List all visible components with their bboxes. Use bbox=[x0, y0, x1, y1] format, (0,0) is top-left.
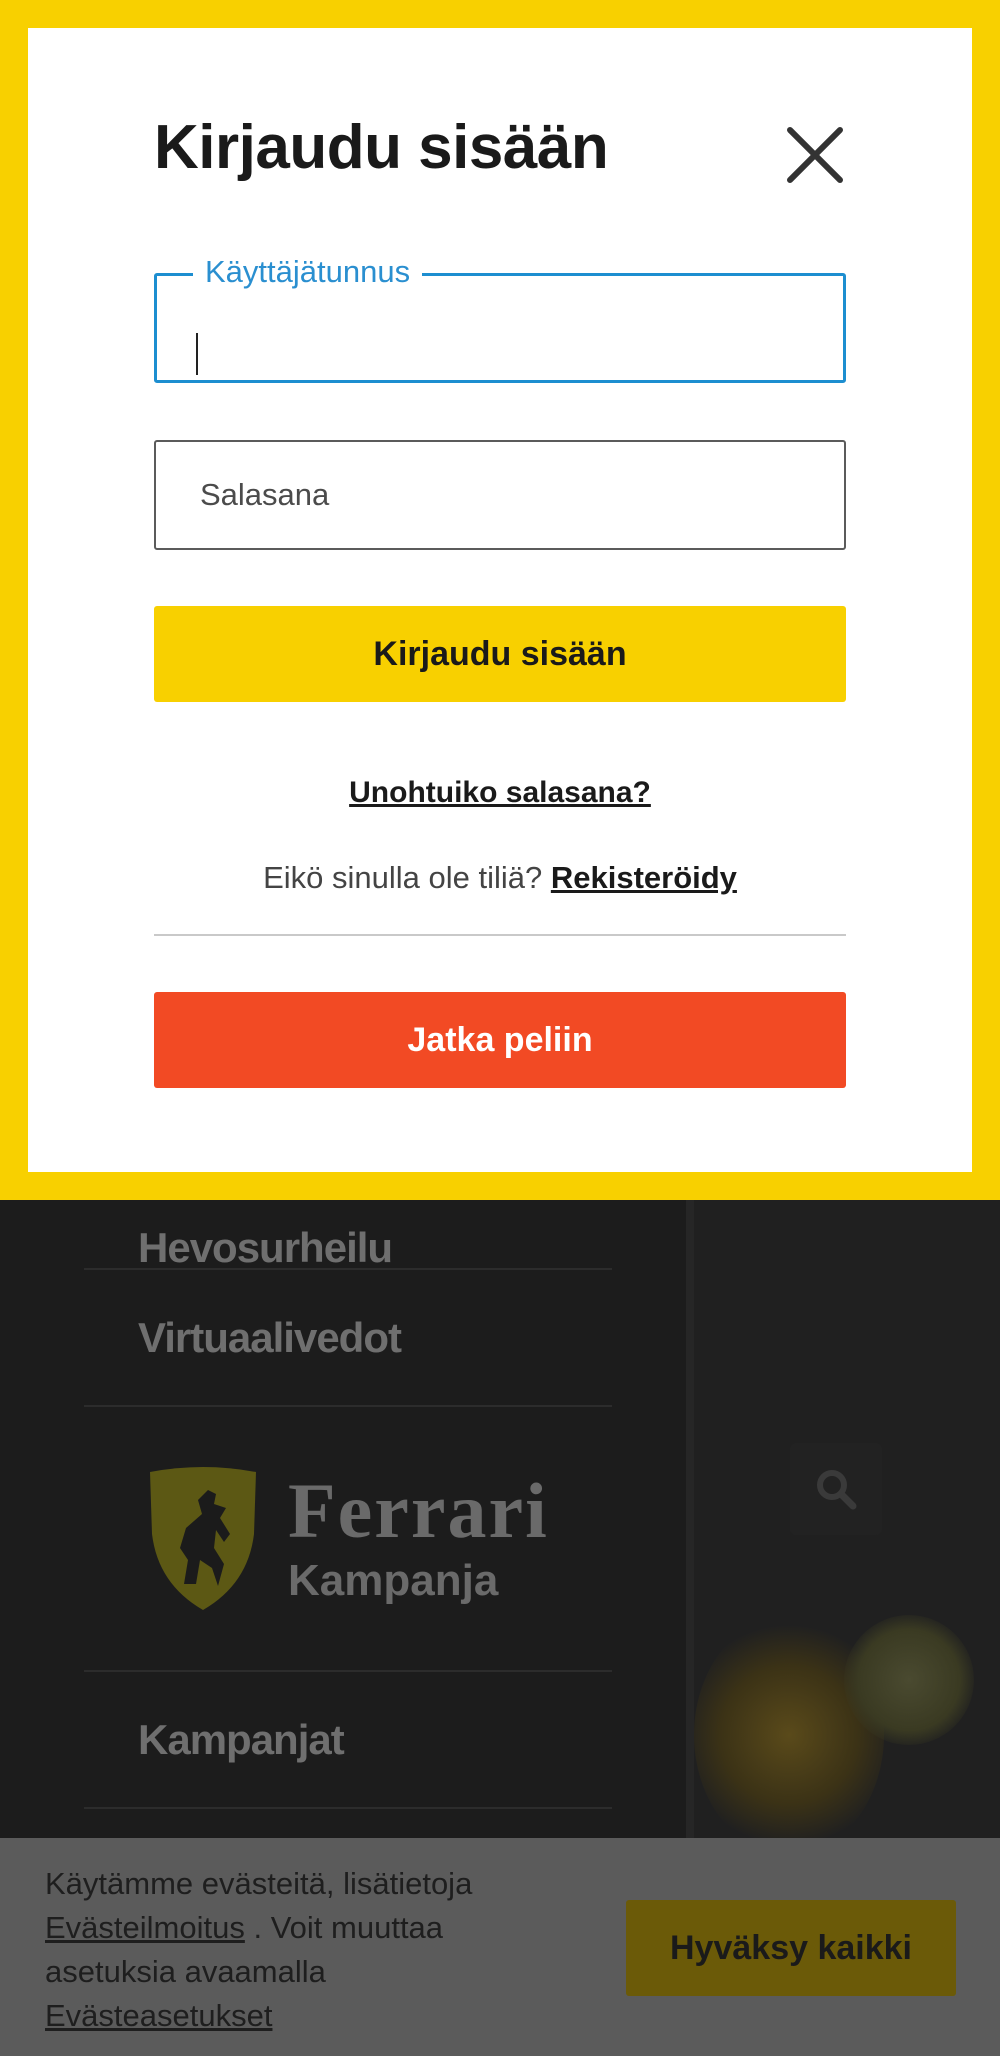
modal-divider bbox=[154, 934, 846, 936]
cookie-consent-text: Käytämme evästeitä, lisätietoja Evästeil… bbox=[45, 1866, 473, 2033]
login-modal: Kirjaudu sisään Käyttäjätunnus Kirjaudu … bbox=[28, 28, 972, 1172]
background-menu: Hevosurheilu Virtuaalivedot Ferrari Kamp… bbox=[84, 1180, 612, 1809]
password-input[interactable] bbox=[156, 442, 844, 548]
forgot-password-row: Unohtuiko salasana? bbox=[154, 776, 846, 810]
login-button[interactable]: Kirjaudu sisään bbox=[154, 606, 846, 702]
ferrari-campaign-label: Kampanja bbox=[288, 1555, 499, 1605]
close-button[interactable] bbox=[780, 120, 850, 190]
register-link[interactable]: Rekisteröidy bbox=[551, 860, 737, 895]
password-field[interactable] bbox=[154, 440, 846, 550]
accept-all-cookies-button[interactable]: Hyväksy kaikki bbox=[626, 1900, 956, 1996]
register-prompt: Eikö sinulla ole tiliä? bbox=[263, 860, 543, 895]
continue-to-game-button[interactable]: Jatka peliin bbox=[154, 992, 846, 1088]
close-icon[interactable] bbox=[780, 120, 850, 190]
background-divider bbox=[686, 1195, 694, 1845]
background-search-button bbox=[790, 1443, 882, 1535]
forgot-password-link[interactable]: Unohtuiko salasana? bbox=[349, 776, 651, 809]
ferrari-wordmark: Ferrari bbox=[288, 1466, 549, 1554]
username-field[interactable]: Käyttäjätunnus bbox=[154, 254, 846, 383]
ferrari-shield-logo bbox=[150, 1466, 256, 1610]
register-row: Eikö sinulla ole tiliä? Rekisteröidy bbox=[154, 860, 846, 896]
login-modal-frame: Kirjaudu sisään Käyttäjätunnus Kirjaudu … bbox=[0, 0, 1000, 1200]
background-game-art-icon bbox=[844, 1615, 974, 1745]
username-input[interactable] bbox=[157, 276, 843, 380]
ferrari-campaign-text: Ferrari Kampanja bbox=[288, 1466, 549, 1606]
modal-title: Kirjaudu sisään bbox=[154, 113, 609, 182]
cookie-consent-bar: Käytämme evästeitä, lisätietoja Evästeil… bbox=[0, 1838, 1000, 2056]
background-content-panel bbox=[694, 1195, 1000, 1845]
text-cursor bbox=[196, 333, 198, 375]
search-icon bbox=[817, 1470, 857, 1510]
cookie-notice-link[interactable]: Evästeilmoitus bbox=[45, 1910, 245, 1945]
cookie-settings-link[interactable]: Evästeasetukset bbox=[45, 1998, 272, 2033]
username-label: Käyttäjätunnus bbox=[193, 254, 423, 290]
menu-item-campaigns: Kampanjat bbox=[84, 1672, 612, 1809]
menu-item-ferrari-campaign: Ferrari Kampanja bbox=[84, 1407, 612, 1672]
menu-item-virtual-sports: Virtuaalivedot bbox=[84, 1270, 612, 1407]
